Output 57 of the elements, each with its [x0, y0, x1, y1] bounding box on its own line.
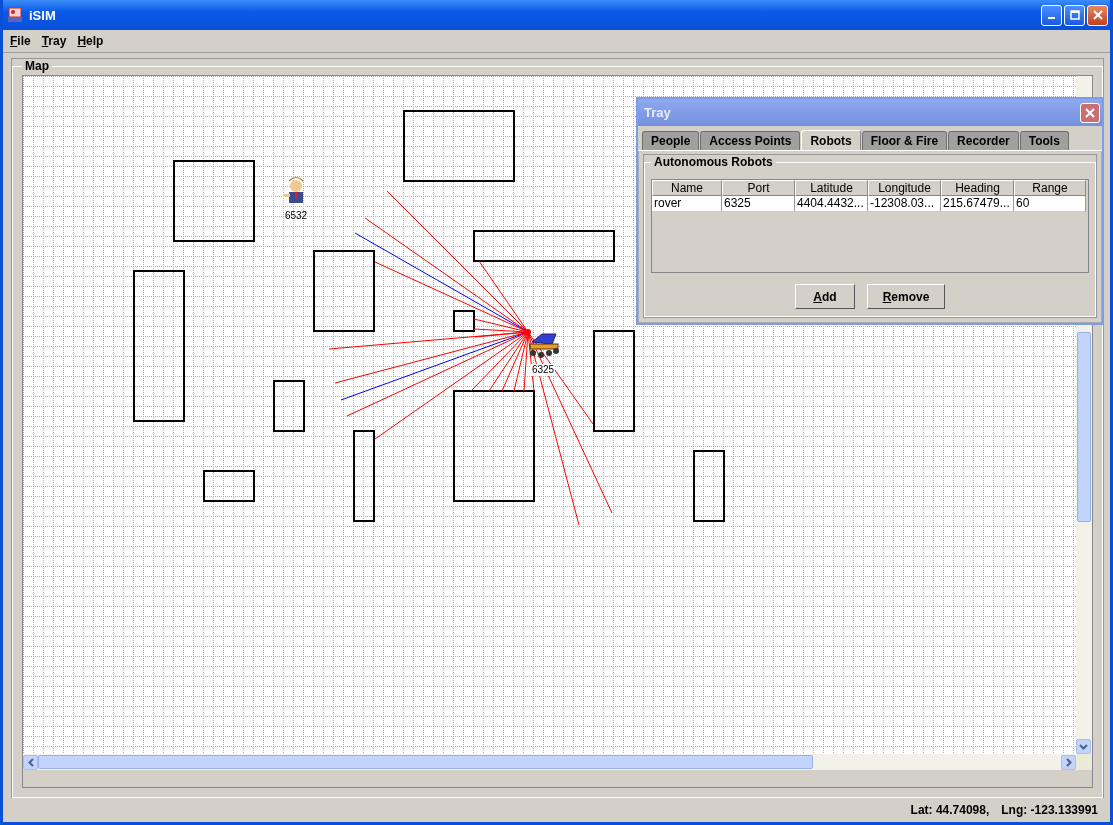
close-icon [1092, 10, 1103, 20]
building-outline [453, 310, 475, 332]
window-title: Tray [644, 105, 671, 120]
group-title: Autonomous Robots [653, 155, 774, 169]
panel-title: Map [24, 59, 50, 73]
column-header[interactable]: Latitude [795, 180, 868, 196]
table-cell: 60 [1014, 196, 1086, 212]
maximize-icon [1069, 10, 1080, 20]
marker-label: 6532 [284, 210, 308, 221]
tab[interactable]: People [642, 131, 700, 150]
scroll-down-button[interactable] [1076, 739, 1091, 754]
app-icon [7, 7, 23, 23]
action-button[interactable]: Remove [867, 284, 945, 309]
tab[interactable]: Robots [801, 130, 861, 150]
scroll-left-button[interactable] [23, 754, 38, 770]
scroll-right-button[interactable] [1061, 754, 1076, 770]
building-outline [693, 450, 725, 522]
chevron-left-icon [27, 757, 34, 767]
chevron-right-icon [1065, 757, 1072, 767]
building-outline [203, 470, 255, 502]
tab[interactable]: Access Points [700, 131, 801, 150]
rover-icon[interactable] [529, 333, 559, 358]
longitude-readout: Lng: -123.133991 [1001, 803, 1098, 817]
column-header[interactable]: Name [652, 180, 722, 196]
close-button[interactable] [1087, 4, 1108, 26]
vertical-scrollbar[interactable] [1076, 330, 1092, 754]
table-cell: 6325 [722, 196, 795, 212]
minimize-button[interactable] [1041, 4, 1062, 26]
scroll-thumb[interactable] [38, 754, 813, 769]
building-outline [273, 380, 305, 432]
menu-item[interactable]: File [10, 34, 31, 48]
maximize-button[interactable] [1064, 4, 1085, 26]
table-cell: 4404.4432... [795, 196, 868, 212]
tab[interactable]: Floor & Fire [861, 131, 948, 150]
person-icon[interactable] [283, 177, 303, 203]
minimize-icon [1048, 17, 1055, 19]
marker-label: 6325 [531, 364, 555, 376]
close-icon [1085, 107, 1095, 118]
column-header[interactable]: Longitude [868, 180, 941, 196]
table-cell: 215.67479... [941, 196, 1014, 212]
action-button[interactable]: Add [795, 284, 855, 309]
column-header[interactable]: Range [1014, 180, 1086, 196]
menu-item[interactable]: Tray [41, 34, 67, 48]
scroll-thumb[interactable] [1077, 332, 1091, 522]
column-header[interactable]: Heading [941, 180, 1014, 196]
close-button[interactable] [1080, 102, 1100, 123]
tab[interactable]: Recorder [948, 131, 1019, 150]
column-header[interactable]: Port [722, 180, 795, 196]
horizontal-scrollbar[interactable] [23, 754, 1092, 770]
window-title: iSIM [29, 7, 57, 23]
latitude-readout: Lat: 44.74098, [910, 803, 990, 817]
scrollbar-corner [1076, 754, 1092, 770]
menu-item[interactable]: Help [77, 34, 104, 48]
table-cell: -12308.03... [868, 196, 941, 212]
tab[interactable]: Tools [1019, 131, 1069, 150]
chevron-down-icon [1079, 743, 1088, 750]
table-cell: rover [652, 196, 722, 212]
